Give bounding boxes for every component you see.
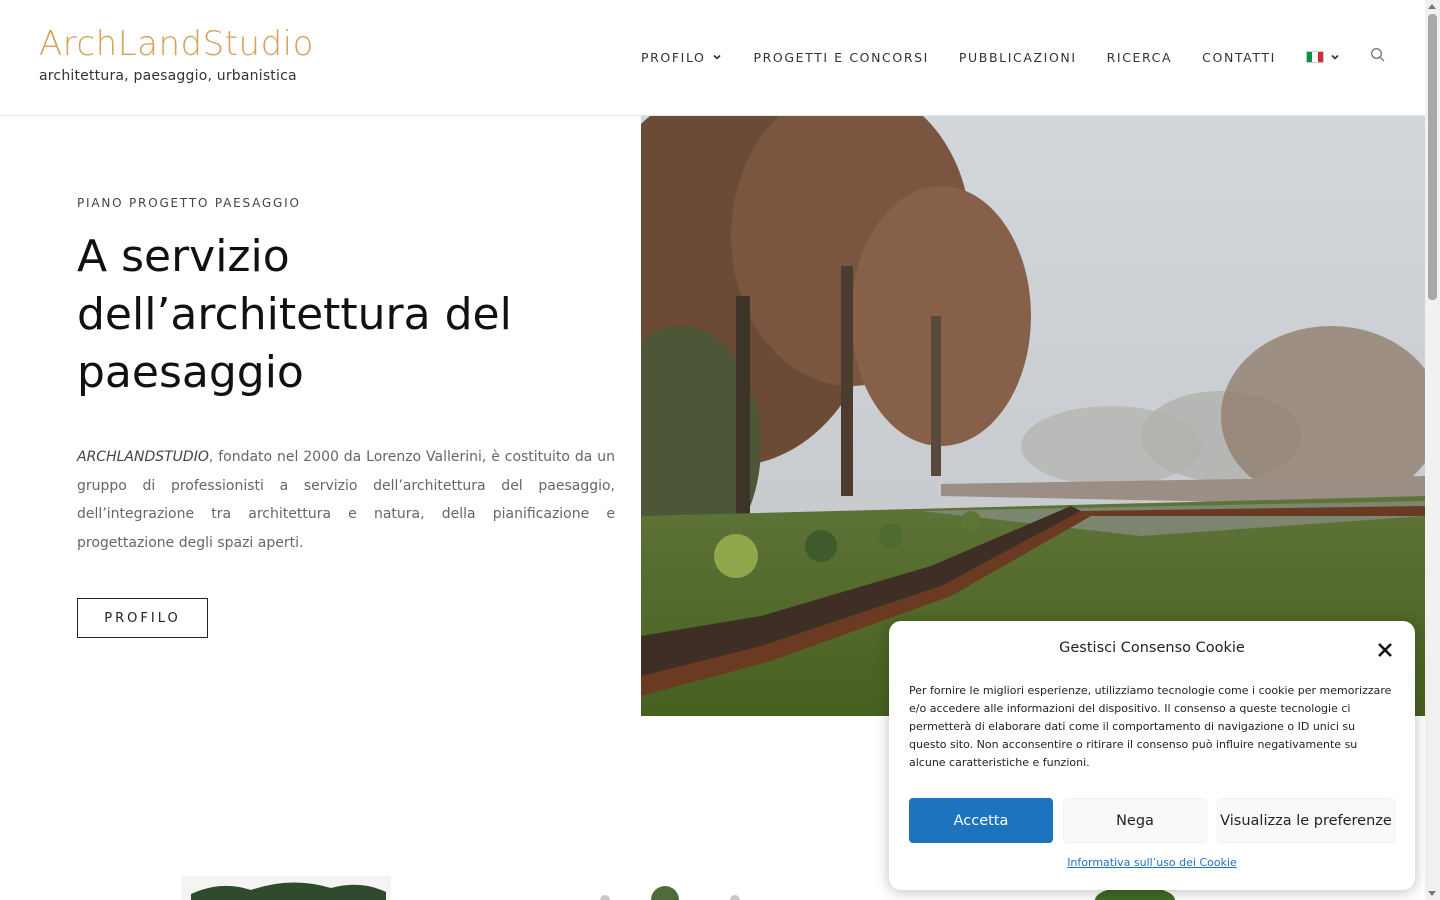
nav-item-label: PUBBLICAZIONI (958, 49, 1077, 65)
project-thumbnail[interactable] (590, 870, 750, 900)
search-icon[interactable] (1370, 47, 1388, 65)
hero-description: ARCHLANDSTUDIO, fondato nel 2000 da Lore… (77, 443, 615, 558)
logo-title: ArchLandStudio (39, 24, 314, 64)
nav-item-profilo[interactable]: PROFILO (641, 45, 724, 69)
cookie-text: Per fornire le migliori esperienze, util… (909, 684, 1392, 769)
logo-tagline: architettura, paesaggio, urbanistica (39, 68, 297, 84)
nav-item-label: PROGETTI E CONCORSI (753, 49, 929, 65)
nav-item-pubblicazioni[interactable]: PUBBLICAZIONI (959, 45, 1077, 69)
chevron-down-icon (710, 50, 724, 64)
cookie-consent-dialog: Gestisci Consenso Cookie Per fornire le … (889, 621, 1415, 890)
main-nav: PROFILO PROGETTI E CONCORSI PUBBLICAZION… (641, 45, 1342, 69)
hero-title: A servizio dell’architettura del paesagg… (77, 231, 512, 398)
page-scrollbar[interactable] (1425, 0, 1440, 900)
deny-button[interactable]: Nega (1063, 798, 1207, 843)
cookie-policy-link[interactable]: Informativa sull’uso dei Cookie (889, 856, 1415, 869)
scrollbar-thumb[interactable] (1428, 14, 1437, 300)
nav-item-label: CONTATTI (1202, 49, 1276, 65)
italian-flag-icon (1305, 51, 1324, 63)
chevron-down-icon (1328, 50, 1342, 64)
nav-item-ricerca[interactable]: RICERCA (1107, 45, 1173, 69)
preferences-button[interactable]: Visualizza le preferenze (1217, 798, 1395, 843)
close-icon[interactable] (1376, 641, 1394, 659)
nav-item-label: PROFILO (641, 49, 706, 65)
accept-button[interactable]: Accetta (909, 798, 1053, 843)
scroll-down-icon[interactable] (1428, 891, 1436, 896)
nav-item-contatti[interactable]: CONTATTI (1202, 45, 1276, 69)
language-switcher[interactable] (1305, 45, 1342, 69)
site-logo[interactable]: ArchLandStudio architettura, paesaggio, … (39, 22, 314, 84)
profile-button[interactable]: PROFILO (77, 598, 208, 638)
nav-item-progetti[interactable]: PROGETTI E CONCORSI (754, 45, 929, 69)
nav-item-label: RICERCA (1106, 49, 1173, 65)
hero-eyebrow: PIANO PROGETTO PAESAGGIO (77, 196, 301, 210)
cookie-title: Gestisci Consenso Cookie (1059, 640, 1245, 656)
project-thumbnail[interactable] (181, 870, 391, 900)
site-header: ArchLandStudio architettura, paesaggio, … (0, 0, 1425, 116)
hero-description-lead: ARCHLANDSTUDIO (77, 449, 209, 465)
scroll-up-icon[interactable] (1428, 4, 1436, 9)
